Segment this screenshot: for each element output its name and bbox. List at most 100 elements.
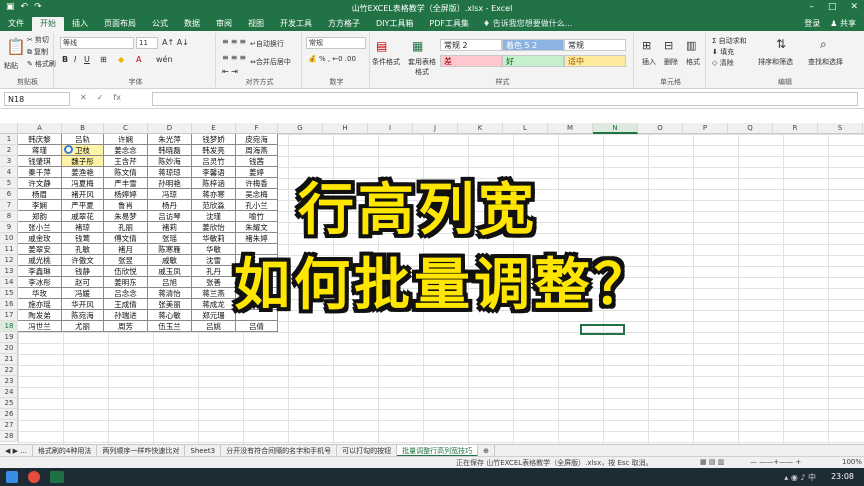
column-header-s[interactable]: S <box>818 123 863 134</box>
table-cell[interactable]: 蒋琼琼 <box>148 167 192 178</box>
column-header-j[interactable]: J <box>413 123 458 134</box>
row-header-17[interactable]: 17 <box>0 310 18 321</box>
table-cell[interactable]: 褚开风 <box>62 189 104 200</box>
table-cell[interactable]: 张善 <box>192 277 236 288</box>
row-header-11[interactable]: 11 <box>0 244 18 255</box>
merge-center-button[interactable]: ⇔合并后居中 <box>250 57 291 67</box>
table-cell[interactable]: 吕灵竹 <box>192 156 236 167</box>
table-cell[interactable]: 许娴 <box>104 134 148 145</box>
enter-icon[interactable]: ✓ <box>97 93 104 102</box>
table-cell[interactable]: 姜翠安 <box>18 244 62 255</box>
tab-review[interactable]: 审阅 <box>208 17 240 31</box>
sort-filter-icon[interactable]: ⇅ <box>776 37 786 51</box>
sheet-tab[interactable]: Sheet3 <box>185 444 222 457</box>
table-cell[interactable]: 鲁肖 <box>104 200 148 211</box>
find-select-button[interactable]: 查找和选择 <box>808 57 843 67</box>
table-cell[interactable]: 孙明艳 <box>148 178 192 189</box>
table-cell[interactable]: 许文静 <box>18 178 62 189</box>
row-header-14[interactable]: 14 <box>0 277 18 288</box>
tab-scroll-left-icon[interactable]: ◀ ▶ ... <box>0 444 33 457</box>
table-cell[interactable]: 冯夏梅 <box>62 178 104 189</box>
table-cell[interactable]: 张美丽 <box>148 299 192 310</box>
table-cell[interactable]: 陈宛海 <box>62 310 104 321</box>
tab-page-layout[interactable]: 页面布局 <box>96 17 144 31</box>
table-cell[interactable]: 华敏 <box>192 244 236 255</box>
table-cell[interactable]: 朱光萍 <box>148 134 192 145</box>
table-cell[interactable]: 吕念念 <box>104 288 148 299</box>
table-cell[interactable]: 吴念梅 <box>236 189 278 200</box>
table-cell[interactable]: 尤丽 <box>62 321 104 332</box>
column-header-d[interactable]: D <box>148 123 192 134</box>
row-header-21[interactable]: 21 <box>0 354 18 365</box>
row-header-16[interactable]: 16 <box>0 299 18 310</box>
table-cell[interactable]: 张瑶 <box>148 233 192 244</box>
border-icon[interactable]: ⊞ <box>100 55 107 64</box>
table-cell[interactable]: 陈妙海 <box>148 156 192 167</box>
format-cells-button[interactable]: 格式 <box>686 57 700 67</box>
row-header-4[interactable]: 4 <box>0 167 18 178</box>
tab-pdf[interactable]: PDF工具集 <box>421 17 477 31</box>
table-cell[interactable]: 孔丽 <box>104 222 148 233</box>
table-cell[interactable]: 陈梓涵 <box>192 178 236 189</box>
column-header-r[interactable]: R <box>773 123 818 134</box>
table-cell[interactable]: 杨丹 <box>148 200 192 211</box>
conditional-format-button[interactable]: 条件格式 <box>372 57 400 67</box>
table-cell[interactable]: 蒋成龙 <box>192 299 236 310</box>
login-link[interactable]: 登录 <box>804 18 820 29</box>
row-header-27[interactable]: 27 <box>0 420 18 431</box>
row-header-26[interactable]: 26 <box>0 409 18 420</box>
table-cell[interactable]: 孙瑞进 <box>104 310 148 321</box>
select-all-corner[interactable] <box>0 123 18 134</box>
cancel-icon[interactable]: ✕ <box>80 93 87 102</box>
style-normal[interactable]: 常规 <box>564 39 626 51</box>
tab-insert[interactable]: 插入 <box>64 17 96 31</box>
tell-me-box[interactable]: ♦ 告诉我您想要做什么... <box>483 17 572 31</box>
browser-icon[interactable] <box>28 471 40 483</box>
row-header-15[interactable]: 15 <box>0 288 18 299</box>
zoom-level[interactable]: 100% <box>842 458 862 466</box>
table-cell[interactable]: 吕旭 <box>148 277 192 288</box>
table-cell[interactable]: 孔小兰 <box>236 200 278 211</box>
start-icon[interactable] <box>6 471 18 483</box>
table-cell[interactable]: 皮宛海 <box>236 134 278 145</box>
row-header-13[interactable]: 13 <box>0 266 18 277</box>
table-cell[interactable]: 姜婷 <box>236 167 278 178</box>
fill-button[interactable]: ⬇ 填充 <box>712 47 734 57</box>
format-cells-icon[interactable]: ▥ <box>686 39 696 52</box>
sheet-tab[interactable]: 分开没有符合间隔的名字和手机号 <box>221 444 338 457</box>
table-cell[interactable]: 吕轨 <box>62 134 104 145</box>
sheet-tab[interactable]: 格式刷的4种用法 <box>33 444 98 457</box>
indent-icons[interactable]: ⇤ ⇥ <box>222 67 238 76</box>
maximize-icon[interactable]: □ <box>828 2 837 12</box>
table-cell[interactable]: 吕访琴 <box>148 211 192 222</box>
wrap-text-button[interactable]: ↵自动换行 <box>250 39 284 49</box>
name-box[interactable]: N18 <box>4 92 70 106</box>
zoom-slider[interactable]: — ——+—— + <box>750 458 801 466</box>
column-header-k[interactable]: K <box>458 123 503 134</box>
add-sheet-icon[interactable]: ⊕ <box>478 444 495 457</box>
font-name-select[interactable]: 等线 <box>60 37 134 49</box>
table-cell[interactable]: 韩发亮 <box>192 145 236 156</box>
table-cell[interactable]: 姜欣怡 <box>192 222 236 233</box>
tab-data[interactable]: 数据 <box>176 17 208 31</box>
table-cell[interactable]: 张小兰 <box>18 222 62 233</box>
insert-cells-button[interactable]: 插入 <box>642 57 656 67</box>
tab-diy[interactable]: DIY工具箱 <box>368 17 421 31</box>
table-cell[interactable]: 陈文倩 <box>104 167 148 178</box>
table-format-button[interactable]: 套用表格格式 <box>406 57 438 77</box>
table-cell[interactable]: 朱易梦 <box>104 211 148 222</box>
column-header-i[interactable]: I <box>368 123 413 134</box>
font-color-icon[interactable]: A <box>136 55 141 64</box>
excel-taskbar-icon[interactable] <box>50 471 64 483</box>
row-header-6[interactable]: 6 <box>0 189 18 200</box>
column-header-p[interactable]: P <box>683 123 728 134</box>
table-cell[interactable]: 周海燕 <box>236 145 278 156</box>
align-top-icons[interactable]: ≡≡≡ <box>222 37 248 46</box>
column-header-o[interactable]: O <box>638 123 683 134</box>
table-cell[interactable]: 李鑫琳 <box>18 266 62 277</box>
row-header-5[interactable]: 5 <box>0 178 18 189</box>
table-cell[interactable]: 钱肇琪 <box>18 156 62 167</box>
table-cell[interactable]: 蒋兰燕 <box>192 288 236 299</box>
row-header-20[interactable]: 20 <box>0 343 18 354</box>
table-cell[interactable]: 沈瑾 <box>192 211 236 222</box>
